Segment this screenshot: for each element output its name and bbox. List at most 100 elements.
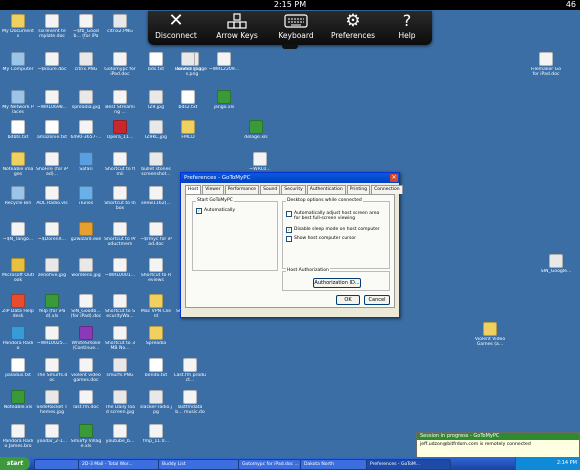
desktop-icon[interactable]: delage.xls (240, 120, 272, 145)
desktop-icon[interactable]: ~$rmyc for iPad.doc (140, 222, 172, 247)
desktop-icon[interactable]: Noteable images (2, 152, 34, 177)
desktop-icon[interactable]: ~$fb_Goodb... (for iPad)... (70, 14, 102, 39)
desktop-icon[interactable]: ~$DorenX... (36, 222, 68, 247)
desktop-icon[interactable]: smurfs.PNG (104, 358, 136, 383)
desktop-icon[interactable]: Benito2.jpg (172, 52, 204, 77)
desktop-icon[interactable]: SlideRocket Themes.jpg (36, 390, 68, 415)
dialog-titlebar[interactable]: Preferences - GoToMyPC ✕ (181, 173, 399, 183)
desktop-icon[interactable]: ~$N_Tango... (2, 222, 34, 247)
desktop-icon[interactable]: Last.fm product... (174, 358, 206, 383)
desktop-icon[interactable]: Spreadia (140, 326, 172, 351)
desktop-icon[interactable]: ZIP Data Helpdesk (2, 294, 34, 319)
desktop-icon[interactable]: fmp_11.0... (140, 424, 172, 449)
tab-host[interactable]: Host (185, 185, 202, 194)
taskbar-item[interactable]: 2D-3 Mail - Total Wor... (78, 459, 159, 470)
desktop-icon[interactable]: Best Streaming ... (104, 90, 136, 115)
desktop-icon[interactable]: benito.txt (140, 358, 172, 383)
desktop-icon[interactable]: Recycle Bin (2, 186, 34, 211)
close-icon[interactable]: ✕ (390, 174, 398, 182)
toolbar-grip[interactable] (282, 44, 298, 49)
desktop-icon[interactable]: Shortcut to Inbox (104, 186, 136, 211)
desktop-icon[interactable]: citrix.PNG (70, 52, 102, 77)
preferences-button[interactable]: ⚙ Preferences (324, 11, 382, 45)
desktop-icon[interactable]: ~WRL0025... (36, 326, 68, 351)
desktop-icon[interactable]: ~WRL2209... (208, 52, 240, 77)
disconnect-button[interactable]: ✕ Disconnect (148, 11, 204, 45)
desktop-icon[interactable]: amazonie.txt (36, 120, 68, 145)
taskbar-item[interactable]: Buddy List (158, 459, 239, 470)
desktop-icon[interactable]: yoodar_2-1... (36, 424, 68, 449)
tab-authentication[interactable]: Authentication (306, 185, 346, 194)
desktop-icon[interactable]: jango.xls (208, 90, 240, 115)
tab-sound[interactable]: Sound (260, 185, 281, 194)
taskbar-item[interactable]: Dakota North (300, 459, 367, 470)
desktop-icon[interactable]: My Documents (2, 14, 34, 39)
desktop-icon[interactable]: citrix2.PNG (104, 14, 136, 39)
desktop-icon[interactable]: Noteable.xls (2, 390, 34, 415)
desktop-icon[interactable]: Safari (70, 152, 102, 177)
desktop-icon[interactable]: slacker-radio.jpg (140, 390, 172, 415)
desktop-icon[interactable]: My Network Places (2, 90, 34, 115)
desktop-icon[interactable]: IZ9.jpg (140, 90, 172, 115)
ok-button[interactable]: OK (336, 295, 360, 305)
desktop-icon[interactable]: bds2.txt (172, 90, 204, 115)
tab-printing[interactable]: Printing (346, 185, 371, 194)
desktop-icon[interactable]: seew1162(... (140, 186, 172, 211)
taskbar-item[interactable] (34, 459, 79, 470)
desktop-icon[interactable]: Shortcut to Productmem (104, 222, 136, 247)
desktop-icon[interactable]: lastfmdatab... music.doc (174, 390, 206, 415)
desktop-icon[interactable]: Shortcut to flmii (104, 152, 136, 177)
desktop-icon[interactable]: bullet stones screenshot... (140, 152, 172, 177)
desktop-icon[interactable]: The Daily load screen.jpg (104, 390, 136, 415)
desktop-icon[interactable]: 6490-3657-... (70, 120, 102, 145)
desktop-icon[interactable]: Violent Video Games (a... (474, 322, 506, 347)
desktop-icon[interactable]: My Computer (2, 52, 34, 77)
desktop-icon[interactable]: iTunes (70, 186, 102, 211)
desktop-icon[interactable]: violent video games.doc (70, 358, 102, 383)
desktop-icon[interactable]: Shortcut to SecurityWa... (104, 294, 136, 319)
show-cursor-checkbox[interactable]: Show host computer cursor (286, 236, 384, 242)
tab-performance[interactable]: Performance (224, 185, 260, 194)
desktop-icon[interactable]: ~WRL0698... (36, 90, 68, 115)
desktop-icon[interactable]: Yelp (for iPad).xls (36, 294, 68, 319)
cancel-button[interactable]: Cancel (364, 295, 390, 305)
desktop-icon[interactable]: SIN_Google... (540, 254, 572, 279)
desktop-icon[interactable]: paladus.txt (2, 358, 34, 383)
desktop-icon[interactable]: SIN_Goodb... (for iPad).doc (70, 294, 102, 319)
taskbar-item[interactable]: Gotomypc for iPad.doc ... (238, 459, 301, 470)
desktop-icon[interactable]: Pandora Radio James.brow... (2, 424, 34, 449)
help-button[interactable]: ? Help (384, 11, 430, 45)
desktop-icon[interactable]: Smurfy Village.xls (70, 424, 102, 449)
desktop-icon[interactable]: The Smurfs.doc (36, 358, 68, 383)
desktop-icon[interactable]: Shortcut to 3MB No... (104, 326, 136, 351)
desktop-icon[interactable]: bdbts.txt (2, 120, 34, 145)
desktop-icon[interactable]: IZ9KC.jpg (140, 120, 172, 145)
desktop-icon[interactable]: youtube_b... (104, 424, 136, 449)
adjust-screen-checkbox[interactable]: Automatically adjust host screen area fo… (286, 211, 384, 221)
desktop-icon[interactable]: last.fm.doc (70, 390, 102, 415)
disable-sleep-checkbox[interactable]: ✓ Disable sleep mode on host computer (286, 227, 384, 233)
desktop-icon[interactable]: Opera_11... (104, 120, 136, 145)
keyboard-button[interactable]: Keyboard (268, 11, 324, 45)
desktop-icon[interactable]: Pandora Radio (2, 326, 34, 351)
desktop-icon[interactable]: Mac VPN Client (140, 294, 172, 319)
auto-start-checkbox[interactable]: ✓ Automatically (196, 208, 235, 214)
desktop-icon[interactable]: Microsoft Outlook (2, 258, 34, 283)
arrow-keys-button[interactable]: Arrow Keys (208, 11, 266, 45)
tab-connection[interactable]: Connection (371, 185, 403, 194)
desktop-icon[interactable]: AOL Radio.vls (36, 186, 68, 211)
desktop-icon[interactable]: Filemaker Go for iPad.doc (530, 52, 562, 77)
desktop-icon[interactable]: WhiteSmoke (Continue... (70, 326, 102, 351)
desktop-icon[interactable]: g2wizard.exe (70, 222, 102, 247)
tab-viewer[interactable]: Viewer (202, 185, 224, 194)
taskbar-item-active[interactable]: Preferences - GoToM... (366, 459, 451, 470)
desktop-icon[interactable]: bds.txt (140, 52, 172, 77)
tab-security[interactable]: Security (281, 185, 306, 194)
desktop-icon[interactable]: wordlens.jpg (70, 258, 102, 283)
session-notification[interactable]: Session in progress - GoToMyPC jeff.udzo… (416, 432, 580, 459)
authorization-id-button[interactable]: Authorization ID... (313, 278, 361, 288)
desktop-icon[interactable]: Gotomypc for iPad.doc (104, 52, 136, 77)
desktop-icon[interactable]: zenofive.jpg (36, 258, 68, 283)
desktop-icon[interactable]: sixTevent template.doc (36, 14, 68, 39)
start-button[interactable]: start (0, 457, 30, 470)
